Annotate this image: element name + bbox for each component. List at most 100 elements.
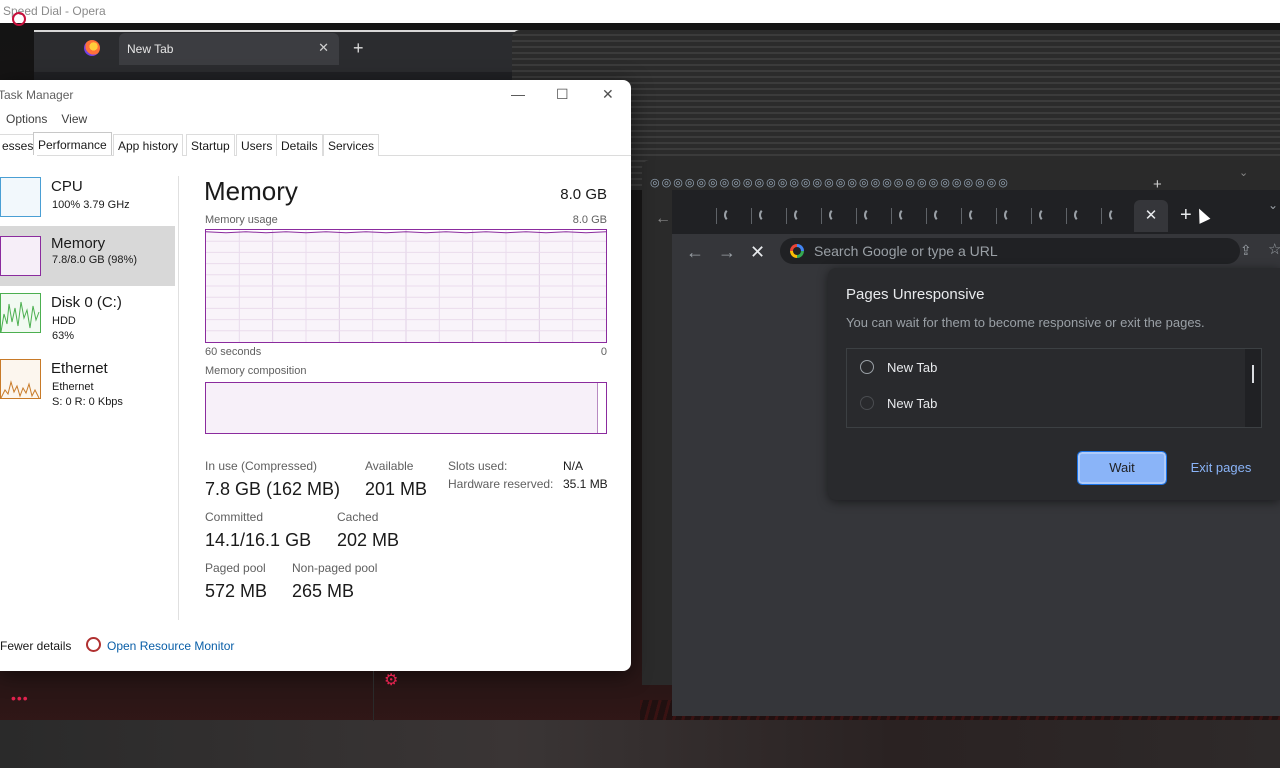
back-icon[interactable]: ← [686,242,704,263]
panel-divider [178,176,179,620]
tab-startup[interactable]: Startup [186,134,235,156]
resource-monitor-icon [86,637,101,652]
unresponsive-pages-list[interactable]: New Tab New Tab [846,348,1262,428]
mouse-cursor-icon [1193,206,1211,224]
loading-spinner-icon[interactable] [1039,208,1053,222]
loading-spinner-icon[interactable] [1004,208,1018,222]
address-bar[interactable]: Search Google or type a URL [780,238,1240,264]
memory-usage-plot [205,230,607,342]
opera-sidebar-divider [373,671,374,721]
close-icon[interactable]: ✕ [602,86,614,103]
memory-usage-label: Memory usage [205,214,278,226]
memory-composition-label: Memory composition [205,365,307,377]
resource-memory[interactable]: Memory 7.8/8.0 GB (98%) [0,226,175,286]
non-paged-pool-value: 265 MB [292,581,355,601]
memory-usage-max: 8.0 GB [572,214,607,226]
list-item[interactable]: New Tab [847,385,1243,421]
loading-spinner-icon[interactable] [759,208,773,222]
fewer-details-button[interactable]: Fewer details [0,639,71,653]
resource-detail: HDD [52,315,76,327]
google-icon [790,244,804,258]
in-use-label: In use (Compressed) [205,459,318,473]
bookmark-star-icon[interactable]: ☆ [1268,240,1280,258]
dialog-description: You can wait for them to become responsi… [846,315,1205,330]
resource-cpu[interactable]: CPU 100% 3.79 GHz [0,170,175,226]
ghost-back-icon: ← [655,210,671,227]
committed-value: 14.1/16.1 GB [205,530,312,550]
opera-more-icon[interactable]: ••• [11,690,29,706]
opera-tab-label: New Tab [127,42,174,56]
gear-icon[interactable]: ⚙ [384,670,398,690]
ethernet-activity-sparkline [0,380,40,399]
stop-loading-icon[interactable]: ✕ [750,242,765,263]
globe-icon [860,360,874,374]
loading-spinner-icon[interactable] [864,208,878,222]
tab-details[interactable]: Details [276,134,323,156]
loading-spinner-icon[interactable] [899,208,913,222]
non-paged-pool-label: Non-paged pool [292,561,378,575]
maximize-icon[interactable]: ☐ [556,86,569,103]
chevron-down-icon[interactable]: ⌄ [1268,198,1278,212]
tab-separator [821,208,822,224]
page-label: New Tab [887,360,938,375]
share-icon[interactable]: ⇪ [1240,242,1252,259]
slots-used-value: N/A [563,459,584,473]
cached-value: 202 MB [337,530,400,550]
tab-separator [1101,208,1102,224]
tab-separator [716,208,717,224]
wait-button[interactable]: Wait [1077,451,1167,485]
window-title: Task Manager [0,88,74,102]
loading-spinner-icon[interactable] [969,208,983,222]
loading-spinner-icon[interactable] [1109,208,1123,222]
in-use-value: 7.8 GB (162 MB) [205,479,341,499]
available-value: 201 MB [365,479,428,499]
available-label: Available [365,459,414,473]
chrome-active-tab-close-icon[interactable]: ✕ [1134,200,1168,232]
disk-mini-graph [0,293,41,333]
opera-tab-new-tab[interactable]: New Tab ✕ [119,33,339,65]
ethernet-mini-graph [0,359,41,399]
paged-pool-value: 572 MB [205,581,268,601]
menu-bar: Options View [6,112,87,126]
resource-name: Disk 0 (C:) [51,294,122,311]
graph-time-right: 0 [600,346,607,358]
tab-separator [856,208,857,224]
opera-new-tab-button[interactable]: + [353,38,364,59]
list-item[interactable]: New Tab [847,349,1243,385]
resource-detail: 100% 3.79 GHz [52,199,130,211]
memory-mini-graph [0,236,41,276]
menu-view[interactable]: View [61,112,87,126]
tab-app-history[interactable]: App history [113,134,184,156]
loading-spinner-icon[interactable] [724,208,738,222]
exit-pages-button[interactable]: Exit pages [1180,452,1262,484]
cpu-mini-graph [0,177,41,217]
tab-separator [751,208,752,224]
loading-spinner-icon[interactable] [829,208,843,222]
close-icon[interactable]: ✕ [318,40,329,56]
minimize-icon[interactable]: — [511,86,525,102]
firefox-icon[interactable] [84,40,100,56]
resource-ethernet[interactable]: Ethernet Ethernet S: 0 R: 0 Kbps [0,352,175,414]
page-title: Memory [204,176,298,206]
resource-name: Memory [51,235,106,252]
open-resource-monitor-link[interactable]: Open Resource Monitor [107,639,234,653]
list-scrollbar[interactable] [1245,349,1261,427]
ghost-tab-icon: ◎ [661,177,672,189]
chrome-new-tab-button[interactable]: + [1180,204,1192,227]
opera-logo-icon [12,12,26,26]
loading-spinner-icon[interactable] [934,208,948,222]
memory-composition-bar [205,382,607,434]
loading-spinner-icon[interactable] [1074,208,1088,222]
task-manager-window: Task Manager — ☐ ✕ Options View esses Pe… [0,80,631,671]
loading-spinner-icon[interactable] [794,208,808,222]
menu-options[interactable]: Options [6,112,47,126]
resource-disk[interactable]: Disk 0 (C:) HDD 63% [0,286,175,348]
tab-performance[interactable]: Performance [33,132,112,155]
committed-label: Committed [205,510,264,524]
chrome-toolbar: ← → ✕ Search Google or type a URL ⇪ ☆ [672,234,1280,270]
resource-name: Ethernet [51,360,108,377]
tab-services[interactable]: Services [323,134,380,156]
forward-icon[interactable]: → [718,242,736,263]
tab-users[interactable]: Users [236,134,278,156]
hardware-reserved-label: Hardware reserved: [448,477,554,491]
